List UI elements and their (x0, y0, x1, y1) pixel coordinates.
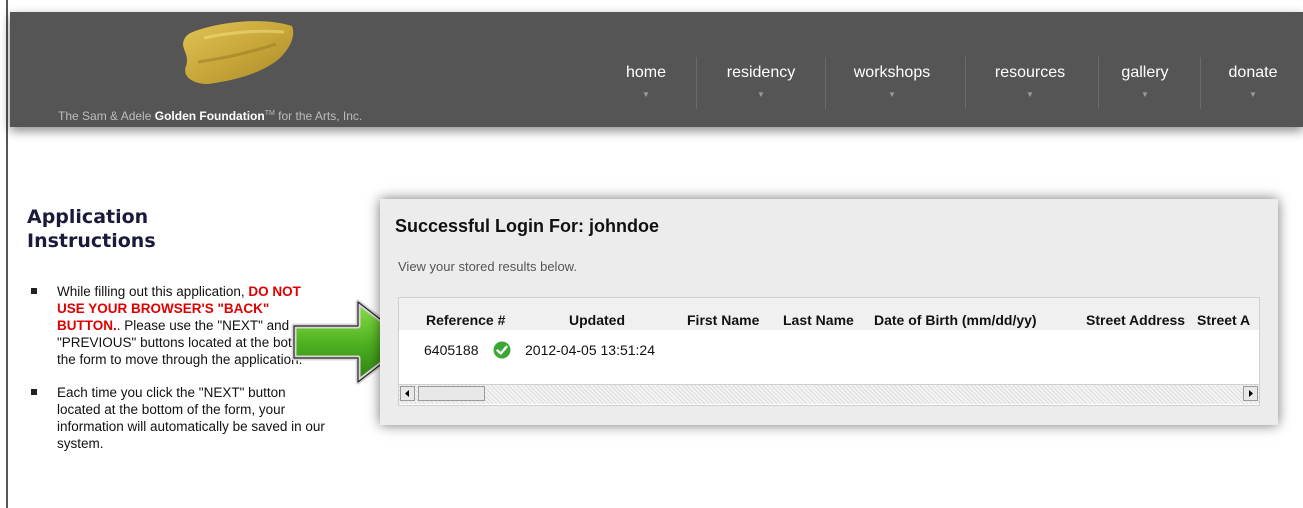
table-header: Reference # Updated First Name Last Name… (399, 298, 1259, 330)
nav-divider (1098, 57, 1099, 109)
login-title: Successful Login For: johndoe (395, 216, 660, 236)
results-table: Reference # Updated First Name Last Name… (398, 297, 1260, 406)
dropdown-indicator-icon: ▼ (642, 90, 650, 99)
column-header-date-of-birth[interactable]: Date of Birth (mm/dd/yy) (874, 312, 1037, 328)
nav-divider (825, 57, 826, 109)
nav-residency[interactable]: residency ▼ (716, 64, 806, 110)
nav-resources[interactable]: resources ▼ (980, 64, 1080, 110)
updated-timestamp: 2012-04-05 13:51:24 (525, 342, 655, 358)
dropdown-indicator-icon: ▼ (757, 90, 765, 99)
nav-divider (696, 57, 697, 109)
nav-workshops[interactable]: workshops ▼ (842, 64, 942, 110)
column-header-updated[interactable]: Updated (569, 312, 625, 328)
dropdown-indicator-icon: ▼ (1249, 90, 1257, 99)
check-circle-icon (493, 341, 511, 359)
square-bullet-icon (31, 389, 37, 395)
nav-gallery[interactable]: gallery ▼ (1110, 64, 1180, 110)
nav-divider (1200, 57, 1201, 109)
nav-donate[interactable]: donate ▼ (1213, 64, 1293, 110)
nav-resources-label: resources (994, 64, 1066, 81)
nav-workshops-label: workshops (853, 64, 931, 81)
nav-home-label: home (625, 64, 667, 81)
instructions-title: Application Instructions (27, 206, 156, 252)
column-header-street-address-2[interactable]: Street A (1197, 312, 1250, 328)
horizontal-scrollbar[interactable] (399, 384, 1259, 404)
dropdown-indicator-icon: ▼ (888, 90, 896, 99)
scroll-left-button[interactable] (400, 386, 415, 401)
column-header-street-address[interactable]: Street Address (1086, 312, 1185, 328)
column-header-last-name[interactable]: Last Name (783, 312, 854, 328)
nav-home[interactable]: home ▼ (616, 64, 676, 110)
nav-divider (965, 57, 966, 109)
login-results-panel: Successful Login For: johndoe View your … (380, 199, 1278, 425)
main-nav: home ▼ residency ▼ workshops ▼ resources… (10, 12, 1303, 127)
site-header: The Sam & Adele Golden FoundationTM for … (10, 12, 1303, 127)
nav-gallery-label: gallery (1121, 64, 1169, 81)
square-bullet-icon (31, 288, 37, 294)
reference-number[interactable]: 6405188 (424, 342, 479, 358)
dropdown-indicator-icon: ▼ (1026, 90, 1034, 99)
scroll-right-button[interactable] (1243, 386, 1258, 401)
scrollbar-thumb[interactable] (418, 386, 485, 401)
nav-donate-label: donate (1228, 64, 1278, 81)
column-header-reference[interactable]: Reference # (426, 312, 505, 328)
dropdown-indicator-icon: ▼ (1141, 90, 1149, 99)
arrow-right-icon (1249, 390, 1253, 397)
page-left-edge (0, 0, 8, 508)
nav-residency-label: residency (726, 64, 796, 81)
arrow-left-icon (405, 390, 409, 397)
instruction-item: Each time you click the "NEXT" button lo… (27, 384, 332, 452)
table-row[interactable]: 6405188 2012-04-05 13:51:24 (399, 330, 1259, 364)
login-subtitle: View your stored results below. (398, 259, 577, 274)
column-header-first-name[interactable]: First Name (687, 312, 759, 328)
